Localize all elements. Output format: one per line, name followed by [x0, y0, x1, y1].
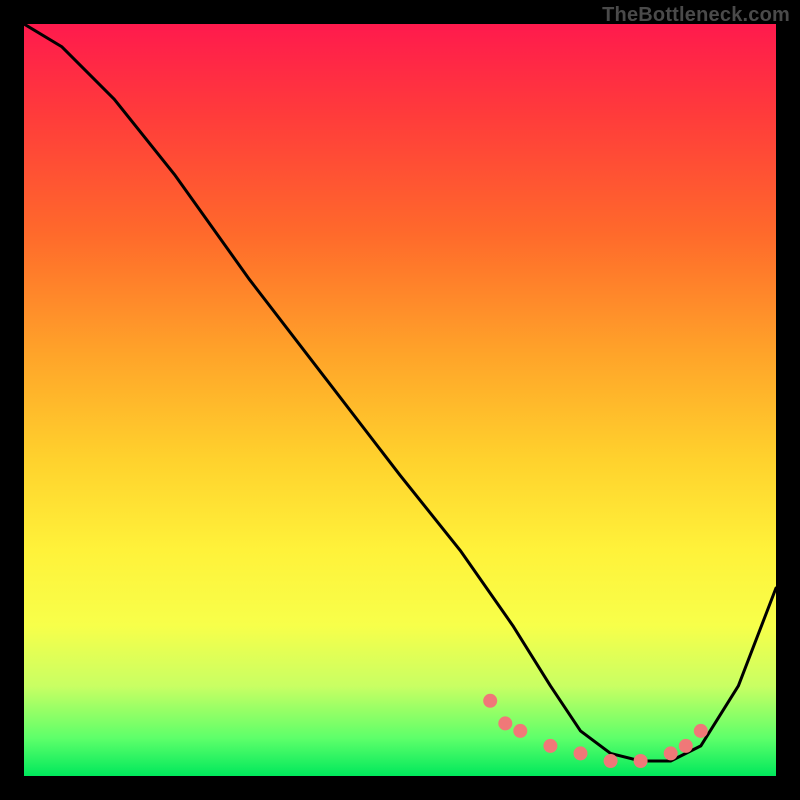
plot-area — [24, 24, 776, 776]
highlight-dot — [664, 746, 678, 760]
highlight-dot — [513, 724, 527, 738]
highlight-dot — [634, 754, 648, 768]
watermark-text: TheBottleneck.com — [602, 4, 790, 27]
highlight-dot — [604, 754, 618, 768]
highlight-dot — [694, 724, 708, 738]
curve-layer — [24, 24, 776, 761]
highlight-dot — [498, 716, 512, 730]
curve-svg — [24, 24, 776, 776]
bottleneck-curve-path — [24, 24, 776, 761]
highlight-dot — [574, 746, 588, 760]
highlight-dot — [679, 739, 693, 753]
highlight-dot — [483, 694, 497, 708]
markers-layer — [483, 694, 708, 768]
chart-frame: TheBottleneck.com — [0, 0, 800, 800]
highlight-dot — [543, 739, 557, 753]
